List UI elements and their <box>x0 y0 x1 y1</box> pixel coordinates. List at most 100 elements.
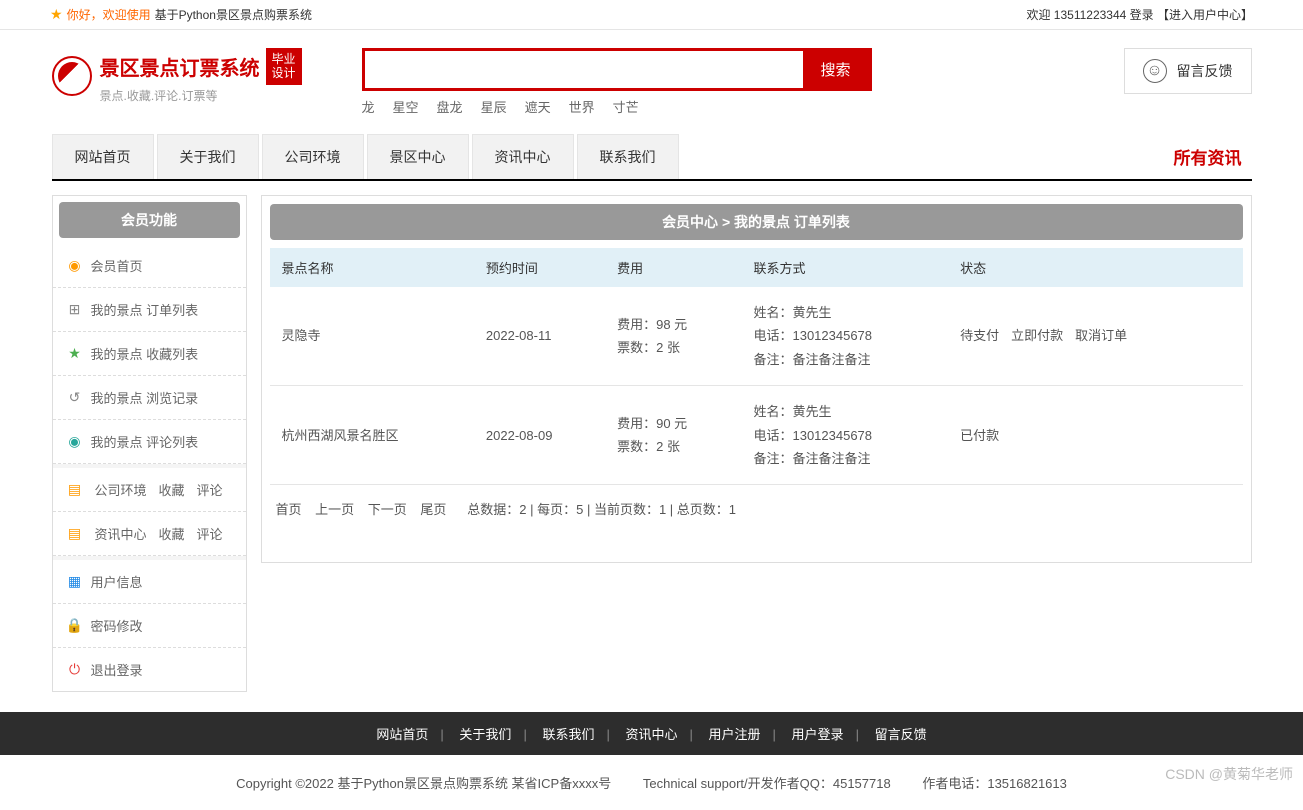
list-icon: ▤ <box>67 526 83 542</box>
nav-scenic[interactable]: 景区中心 <box>367 134 469 179</box>
cell-contact: 姓名：黄先生电话：13012345678备注：备注备注备注 <box>741 287 948 386</box>
sidebar-orders[interactable]: ⊞我的景点 订单列表 <box>53 288 246 332</box>
hotword[interactable]: 寸芒 <box>613 97 639 116</box>
watermark: CSDN @黄菊华老师 <box>1165 764 1293 784</box>
profile-icon: ▦ <box>67 574 83 590</box>
th-date: 预约时间 <box>474 248 605 287</box>
status-text: 已付款 <box>960 428 999 443</box>
grid-icon: ⊞ <box>67 302 83 318</box>
cell-fee: 费用：98 元票数：2 张 <box>605 287 741 386</box>
fnav-register[interactable]: 用户注册 <box>709 727 761 742</box>
welcome-prefix: 你好，欢迎使用 <box>67 6 151 23</box>
history-icon: ↺ <box>67 390 83 406</box>
sidebar-password[interactable]: 🔒密码修改 <box>53 604 246 648</box>
sidebar-favorites[interactable]: ★我的景点 收藏列表 <box>53 332 246 376</box>
star-icon: ★ <box>50 6 63 23</box>
cell-contact: 姓名：黄先生电话：13012345678备注：备注备注备注 <box>741 386 948 485</box>
sidebar-user-info[interactable]: ▦用户信息 <box>53 560 246 604</box>
pager-next[interactable]: 下一页 <box>368 502 407 517</box>
content: 会员中心 > 我的景点 订单列表 景点名称 预约时间 费用 联系方式 状态 灵隐… <box>261 195 1252 563</box>
lock-icon: 🔒 <box>67 618 83 634</box>
main: 会员功能 ◉会员首页 ⊞我的景点 订单列表 ★我的景点 收藏列表 ↺我的景点 浏… <box>52 195 1252 692</box>
logo-icon <box>52 56 92 96</box>
search-input[interactable] <box>365 51 803 88</box>
pager-info: 总数据：2 | 每页：5 | 当前页数：1 | 总页数：1 <box>467 502 736 517</box>
cell-date: 2022-08-09 <box>474 386 605 485</box>
breadcrumb: 会员中心 > 我的景点 订单列表 <box>270 204 1243 240</box>
cell-date: 2022-08-11 <box>474 287 605 386</box>
fnav-about[interactable]: 关于我们 <box>459 727 511 742</box>
headset-icon <box>1143 59 1167 83</box>
fnav-login[interactable]: 用户登录 <box>792 727 844 742</box>
hotword[interactable]: 遮天 <box>525 97 551 116</box>
power-icon: ⏻ <box>67 662 83 678</box>
hotword[interactable]: 龙 <box>362 97 375 116</box>
cell-name: 灵隐寺 <box>270 287 474 386</box>
sidebar-comments[interactable]: ◉我的景点 评论列表 <box>53 420 246 464</box>
nav-company[interactable]: 公司环境 <box>262 134 364 179</box>
th-contact: 联系方式 <box>741 248 948 287</box>
pager-first[interactable]: 首页 <box>276 502 302 517</box>
search-button[interactable]: 搜索 <box>803 51 869 88</box>
footer-info: Copyright ©2022 基于Python景区景点购票系统 某省ICP备x… <box>0 755 1303 810</box>
th-fee: 费用 <box>605 248 741 287</box>
feedback-button[interactable]: 留言反馈 <box>1124 48 1252 94</box>
star-icon: ★ <box>67 346 83 362</box>
header: 景区景点订票系统 毕业 设计 景点.收藏.评论.订票等 搜索 龙 星空 盘龙 星… <box>52 30 1252 124</box>
copyright: Copyright ©2022 基于Python景区景点购票系统 某省ICP备x… <box>236 776 611 791</box>
logo-badge: 毕业 设计 <box>266 48 302 85</box>
sidebar-news-center[interactable]: ▤资讯中心收藏评论 <box>53 512 246 556</box>
main-nav: 网站首页 关于我们 公司环境 景区中心 资讯中心 联系我们 <box>52 134 682 179</box>
nav-about[interactable]: 关于我们 <box>157 134 259 179</box>
th-status: 状态 <box>948 248 1242 287</box>
feedback-label: 留言反馈 <box>1177 61 1233 81</box>
cell-status: 已付款 <box>948 386 1242 485</box>
cell-fee: 费用：90 元票数：2 张 <box>605 386 741 485</box>
nav-contact[interactable]: 联系我们 <box>577 134 679 179</box>
sidebar: 会员功能 ◉会员首页 ⊞我的景点 订单列表 ★我的景点 收藏列表 ↺我的景点 浏… <box>52 195 247 692</box>
th-name: 景点名称 <box>270 248 474 287</box>
fnav-contact[interactable]: 联系我们 <box>542 727 594 742</box>
sidebar-logout[interactable]: ⏻退出登录 <box>53 648 246 691</box>
cell-name: 杭州西湖风景名胜区 <box>270 386 474 485</box>
hotword[interactable]: 盘龙 <box>437 97 463 116</box>
nav-news[interactable]: 资讯中心 <box>472 134 574 179</box>
fnav-news[interactable]: 资讯中心 <box>625 727 677 742</box>
topbar-right[interactable]: 欢迎 13511223344 登录 【进入用户中心】 <box>1026 6 1253 23</box>
table-row: 灵隐寺 2022-08-11 费用：98 元票数：2 张 姓名：黄先生电话：13… <box>270 287 1243 386</box>
logo-area[interactable]: 景区景点订票系统 毕业 设计 景点.收藏.评论.订票等 <box>52 48 302 104</box>
hotword[interactable]: 星辰 <box>481 97 507 116</box>
pager-last[interactable]: 尾页 <box>420 502 446 517</box>
all-news-link[interactable]: 所有资讯 <box>1174 144 1252 169</box>
dot-icon: ◉ <box>67 258 83 274</box>
topbar-left: ★ 你好，欢迎使用 基于Python景区景点购票系统 <box>50 6 312 23</box>
logo-title: 景区景点订票系统 <box>100 52 260 81</box>
hot-words: 龙 星空 盘龙 星辰 遮天 世界 寸芒 <box>362 97 1064 116</box>
order-table: 景点名称 预约时间 费用 联系方式 状态 灵隐寺 2022-08-11 费用：9… <box>270 248 1243 485</box>
list-icon: ▤ <box>67 482 83 498</box>
table-row: 杭州西湖风景名胜区 2022-08-09 费用：90 元票数：2 张 姓名：黄先… <box>270 386 1243 485</box>
tech-support: Technical support/开发作者QQ：45157718 <box>643 776 891 791</box>
nav-home[interactable]: 网站首页 <box>52 134 154 179</box>
cancel-order-link[interactable]: 取消订单 <box>1075 328 1127 343</box>
search-box: 搜索 <box>362 48 872 91</box>
dot-icon: ◉ <box>67 434 83 450</box>
table-header-row: 景点名称 预约时间 费用 联系方式 状态 <box>270 248 1243 287</box>
sidebar-company-env[interactable]: ▤公司环境收藏评论 <box>53 468 246 512</box>
sidebar-history[interactable]: ↺我的景点 浏览记录 <box>53 376 246 420</box>
sidebar-title: 会员功能 <box>59 202 240 238</box>
search-area: 搜索 龙 星空 盘龙 星辰 遮天 世界 寸芒 <box>362 48 1064 116</box>
topbar: ★ 你好，欢迎使用 基于Python景区景点购票系统 欢迎 1351122334… <box>0 0 1303 30</box>
hotword[interactable]: 世界 <box>569 97 595 116</box>
pager-prev[interactable]: 上一页 <box>315 502 354 517</box>
fnav-home[interactable]: 网站首页 <box>376 727 428 742</box>
sidebar-member-home[interactable]: ◉会员首页 <box>53 244 246 288</box>
fnav-feedback[interactable]: 留言反馈 <box>875 727 927 742</box>
pagination: 首页 上一页 下一页 尾页 总数据：2 | 每页：5 | 当前页数：1 | 总页… <box>270 485 1243 532</box>
pay-now-link[interactable]: 立即付款 <box>1011 328 1063 343</box>
nav-wrap: 网站首页 关于我们 公司环境 景区中心 资讯中心 联系我们 所有资讯 <box>52 134 1252 181</box>
status-text: 待支付 <box>960 328 999 343</box>
hotword[interactable]: 星空 <box>393 97 419 116</box>
site-name: 基于Python景区景点购票系统 <box>155 6 312 23</box>
author-phone: 作者电话：13516821613 <box>922 776 1067 791</box>
